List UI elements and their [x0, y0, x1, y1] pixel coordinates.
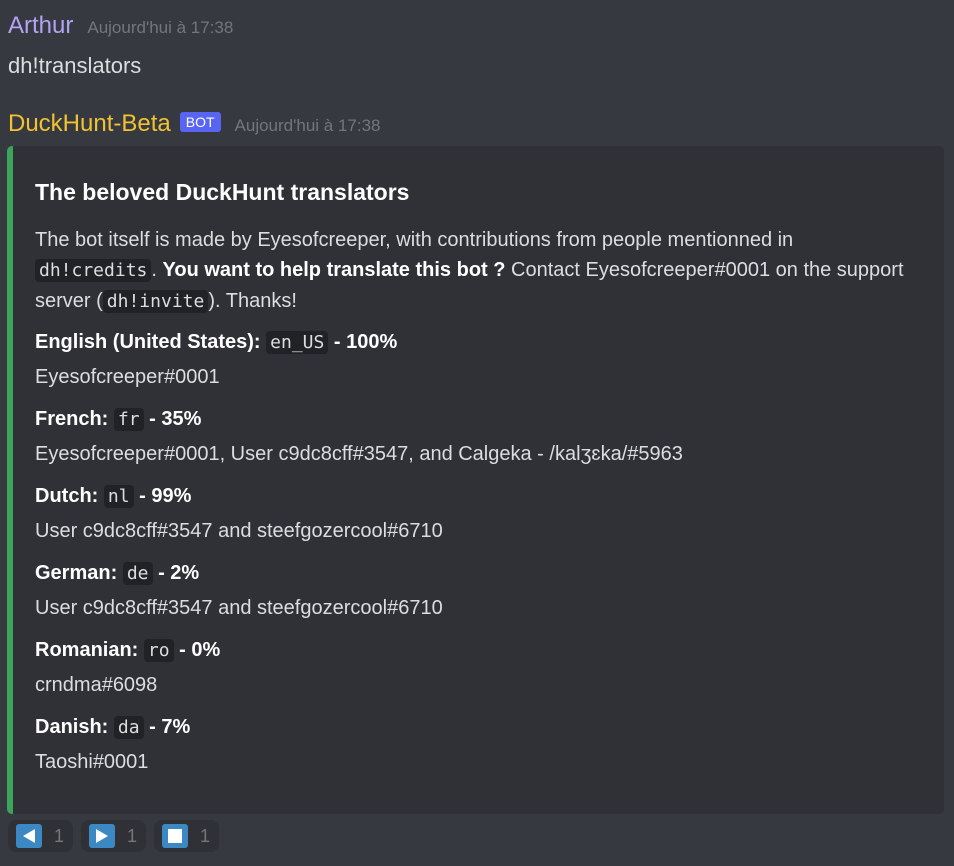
author-name[interactable]: DuckHunt-Beta — [8, 110, 171, 138]
reaction-count: 1 — [54, 825, 65, 846]
bot-badge: BOT — [179, 112, 221, 132]
field-pct: - 2% — [158, 562, 200, 584]
field-lang-code: fr — [113, 408, 144, 431]
field-value: Eyesofcreeper#0001, User c9dc8cff#3547, … — [35, 443, 683, 465]
field-value: User c9dc8cff#3547 and steefgozercool#67… — [35, 520, 443, 542]
field-french: French: fr - 35% Eyesofcreeper#0001, Use… — [35, 402, 922, 471]
embed-description: The bot itself is made by Eyesofcreeper,… — [35, 225, 915, 317]
field-lang: German: — [35, 562, 118, 584]
field-danish: Danish: da - 7% Taoshi#0001 — [35, 710, 922, 779]
timestamp: Aujourd'hui à 17:38 — [87, 18, 234, 37]
reactions-bar: 1 1 1 — [8, 820, 220, 852]
desc-text: The bot itself is made by Eyesofcreeper,… — [35, 229, 794, 251]
field-pct: - 100% — [333, 331, 398, 353]
field-lang: Dutch: — [35, 485, 99, 507]
field-pct: - 35% — [149, 408, 202, 430]
field-pct: - 0% — [179, 639, 221, 661]
field-lang-code: da — [113, 716, 144, 739]
arrow-forward-icon — [89, 824, 116, 848]
inline-code: dh!credits — [35, 259, 152, 282]
field-lang: Romanian: — [35, 639, 139, 661]
embed-card: The beloved DuckHunt translators The bot… — [7, 146, 944, 814]
arrow-backward-icon — [16, 824, 42, 848]
timestamp: Aujourd'hui à 17:38 — [234, 116, 381, 135]
field-value: User c9dc8cff#3547 and steefgozercool#67… — [35, 597, 443, 619]
reaction-next[interactable]: 1 — [81, 820, 147, 852]
field-value: Eyesofcreeper#0001 — [35, 366, 220, 388]
field-value: crndma#6098 — [35, 674, 158, 696]
field-lang-code: ro — [143, 639, 174, 662]
field-romanian: Romanian: ro - 0% crndma#6098 — [35, 633, 922, 702]
field-german: German: de - 2% User c9dc8cff#3547 and s… — [35, 556, 922, 625]
desc-text: ). Thanks! — [208, 290, 297, 312]
message-bot: DuckHunt-Beta BOT Aujourd'hui à 17:38 — [8, 110, 381, 138]
field-pct: - 99% — [139, 485, 192, 507]
field-lang-code: de — [122, 562, 153, 585]
message-content: dh!translators — [8, 53, 142, 78]
embed-title: The beloved DuckHunt translators — [35, 179, 410, 205]
field-lang-code: en_US — [266, 331, 329, 354]
reaction-count: 1 — [127, 825, 138, 846]
desc-text: . — [151, 259, 157, 281]
reaction-previous[interactable]: 1 — [8, 820, 74, 852]
field-lang-code: nl — [103, 485, 134, 508]
field-lang: English (United States): — [35, 331, 261, 353]
reaction-stop[interactable]: 1 — [154, 820, 220, 852]
author-name[interactable]: Arthur — [8, 12, 73, 40]
stop-square-icon — [162, 824, 189, 848]
field-english: English (United States): en_US - 100% Ey… — [35, 325, 922, 394]
inline-code: dh!invite — [102, 290, 209, 313]
reaction-count: 1 — [200, 825, 211, 846]
field-dutch: Dutch: nl - 99% User c9dc8cff#3547 and s… — [35, 479, 922, 548]
message-arthur: Arthur Aujourd'hui à 17:38 dh!translator… — [8, 12, 233, 79]
desc-bold: You want to help translate this bot ? — [162, 259, 506, 281]
field-lang: French: — [35, 408, 109, 430]
field-lang: Danish: — [35, 716, 109, 738]
field-pct: - 7% — [149, 716, 191, 738]
field-value: Taoshi#0001 — [35, 751, 149, 773]
